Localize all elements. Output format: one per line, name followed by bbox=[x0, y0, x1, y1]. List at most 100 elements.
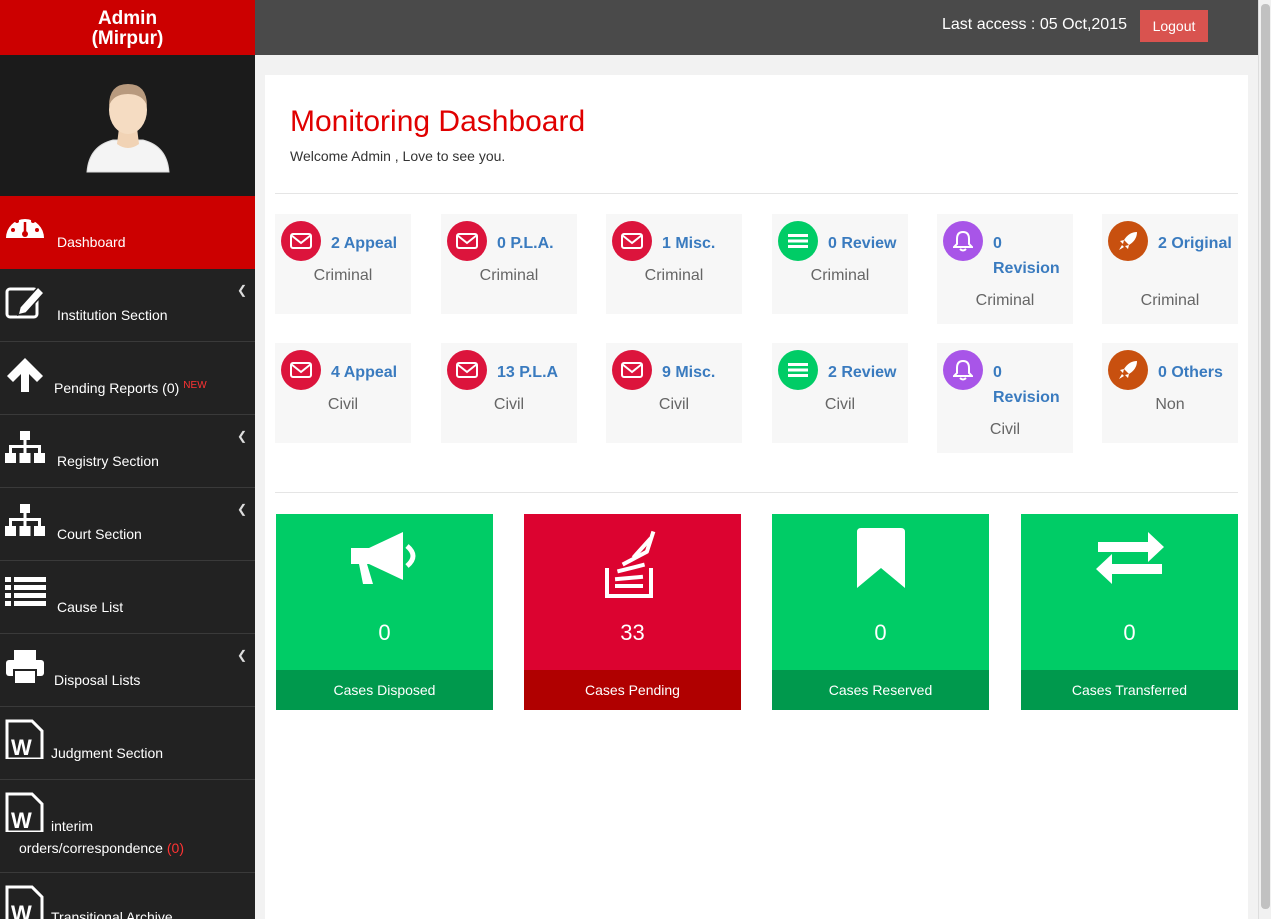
sidebar-item-court[interactable]: Court Section ❮ bbox=[0, 488, 255, 561]
svg-text:W: W bbox=[11, 901, 32, 919]
summary-count: 0 bbox=[378, 620, 391, 645]
envelope-icon bbox=[281, 221, 321, 261]
word-file-icon: W bbox=[5, 885, 44, 919]
stat-value[interactable]: 2 Appeal bbox=[331, 231, 409, 256]
stat-card[interactable]: 2 Appeal Criminal bbox=[275, 214, 411, 314]
summary-label[interactable]: Cases Disposed bbox=[276, 670, 493, 710]
stat-value[interactable]: 2 Original bbox=[1158, 231, 1236, 256]
rocket-icon bbox=[1108, 221, 1148, 261]
edit-icon bbox=[5, 285, 46, 319]
sidebar-item-disposal-lists[interactable]: Disposal Lists ❮ bbox=[0, 634, 255, 707]
bullhorn-icon bbox=[276, 528, 493, 600]
sitemap-icon bbox=[5, 431, 45, 463]
stat-value[interactable]: 0 Others bbox=[1158, 360, 1236, 385]
sidebar-item-registry[interactable]: Registry Section ❮ bbox=[0, 415, 255, 488]
stat-category: Criminal bbox=[810, 267, 870, 284]
sidebar-item-transitional-archive[interactable]: W Transitional Archive bbox=[0, 873, 255, 919]
new-badge: NEW bbox=[183, 380, 207, 391]
last-access-text: Last access : 05 Oct,2015 bbox=[942, 16, 1127, 33]
bell-icon bbox=[943, 350, 983, 390]
summary-label[interactable]: Cases Reserved bbox=[772, 670, 989, 710]
sitemap-icon bbox=[5, 504, 45, 536]
topbar: Last access : 05 Oct,2015 Logout bbox=[255, 0, 1258, 55]
summary-tile-pending[interactable]: 33 Cases Pending bbox=[524, 514, 741, 710]
bell-icon bbox=[943, 221, 983, 261]
sidebar-item-label: Cause List bbox=[57, 599, 124, 615]
envelope-icon bbox=[447, 221, 487, 261]
dashboard-icon bbox=[6, 219, 44, 238]
sidebar: Admin (Mirpur) Dashboard Institution Sec… bbox=[0, 0, 255, 919]
arrow-up-icon bbox=[7, 358, 43, 392]
sidebar-item-label: Institution Section bbox=[57, 307, 168, 323]
scrollbar-thumb[interactable] bbox=[1261, 4, 1270, 909]
chevron-left-icon[interactable]: ❮ bbox=[237, 648, 247, 662]
sidebar-item-label: Court Section bbox=[57, 526, 142, 542]
logout-button[interactable]: Logout bbox=[1140, 10, 1208, 42]
brand-header: Admin (Mirpur) bbox=[0, 0, 255, 55]
sidebar-item-label: Registry Section bbox=[57, 453, 159, 469]
stat-card[interactable]: 9 Misc. Civil bbox=[606, 343, 742, 443]
stat-category: Criminal bbox=[479, 267, 539, 284]
stat-value[interactable]: 0 Review bbox=[828, 231, 906, 256]
stat-category: Non bbox=[1155, 396, 1185, 413]
stat-category: Criminal bbox=[975, 292, 1035, 309]
stat-value[interactable]: 0 Revision bbox=[993, 231, 1071, 281]
sidebar-item-judgment[interactable]: W Judgment Section bbox=[0, 707, 255, 780]
stat-card[interactable]: 1 Misc. Criminal bbox=[606, 214, 742, 314]
stat-value[interactable]: 1 Misc. bbox=[662, 231, 740, 256]
stat-value[interactable]: 4 Appeal bbox=[331, 360, 409, 385]
summary-tile-transferred[interactable]: 0 Cases Transferred bbox=[1021, 514, 1238, 710]
stat-card[interactable]: 2 Review Civil bbox=[772, 343, 908, 443]
sidebar-item-institution[interactable]: Institution Section ❮ bbox=[0, 269, 255, 342]
word-file-icon: W bbox=[5, 719, 44, 759]
stat-card[interactable]: 4 Appeal Civil bbox=[275, 343, 411, 443]
stat-category: Civil bbox=[989, 421, 1021, 438]
sidebar-item-pending-reports[interactable]: Pending Reports (0) NEW bbox=[0, 342, 255, 415]
stat-card[interactable]: 0 Others Non bbox=[1102, 343, 1238, 443]
summary-count: 33 bbox=[620, 620, 645, 645]
chevron-left-icon[interactable]: ❮ bbox=[237, 429, 247, 443]
stat-category: Civil bbox=[493, 396, 525, 413]
stat-value[interactable]: 2 Review bbox=[828, 360, 906, 385]
stat-value[interactable]: 0 P.L.A. bbox=[497, 231, 575, 256]
stat-card[interactable]: 0 Revision Criminal bbox=[937, 214, 1073, 324]
stat-card[interactable]: 0 Review Criminal bbox=[772, 214, 908, 314]
interim-count: (0) bbox=[166, 840, 184, 856]
sidebar-item-label: Judgment Section bbox=[51, 745, 164, 761]
page-title: Monitoring Dashboard bbox=[290, 105, 586, 138]
brand-subtitle: (Mirpur) bbox=[91, 28, 164, 49]
page-scrollbar[interactable] bbox=[1258, 0, 1271, 919]
stat-card[interactable]: 0 P.L.A. Criminal bbox=[441, 214, 577, 314]
summary-tile-reserved[interactable]: 0 Cases Reserved bbox=[772, 514, 989, 710]
stat-card[interactable]: 0 Revision Civil bbox=[937, 343, 1073, 453]
divider bbox=[275, 193, 1238, 194]
sidebar-item-label: interim bbox=[51, 818, 94, 834]
chevron-left-icon[interactable]: ❮ bbox=[237, 502, 247, 516]
summary-count: 0 bbox=[1123, 620, 1136, 645]
list-icon bbox=[5, 577, 46, 606]
sidebar-item-label: Pending Reports (0) NEW bbox=[54, 380, 207, 396]
stat-category: Civil bbox=[327, 396, 359, 413]
stat-category: Criminal bbox=[1140, 292, 1200, 309]
welcome-text: Welcome Admin , Love to see you. bbox=[290, 148, 506, 164]
stat-card[interactable]: 13 P.L.A Civil bbox=[441, 343, 577, 443]
word-file-icon: W bbox=[5, 792, 44, 832]
summary-label[interactable]: Cases Pending bbox=[524, 670, 741, 710]
summary-tile-disposed[interactable]: 0 Cases Disposed bbox=[276, 514, 493, 710]
sidebar-item-dashboard[interactable]: Dashboard bbox=[0, 196, 255, 269]
chevron-left-icon[interactable]: ❮ bbox=[237, 283, 247, 297]
stat-category: Civil bbox=[824, 396, 856, 413]
stat-value[interactable]: 9 Misc. bbox=[662, 360, 740, 385]
stat-value[interactable]: 0 Revision bbox=[993, 360, 1071, 410]
brand-title: Admin bbox=[97, 8, 158, 29]
stat-card[interactable]: 2 Original Criminal bbox=[1102, 214, 1238, 324]
sidebar-item-label: Disposal Lists bbox=[54, 672, 141, 688]
sidebar-item-interim-orders[interactable]: W interim orders/correspondence (0) bbox=[0, 780, 255, 873]
summary-count: 0 bbox=[874, 620, 887, 645]
stat-category: Civil bbox=[658, 396, 690, 413]
sidebar-item-cause-list[interactable]: Cause List bbox=[0, 561, 255, 634]
rocket-icon bbox=[1108, 350, 1148, 390]
stat-value[interactable]: 13 P.L.A bbox=[497, 360, 575, 385]
summary-label[interactable]: Cases Transferred bbox=[1021, 670, 1238, 710]
main-panel: Monitoring Dashboard Welcome Admin , Lov… bbox=[265, 75, 1248, 919]
